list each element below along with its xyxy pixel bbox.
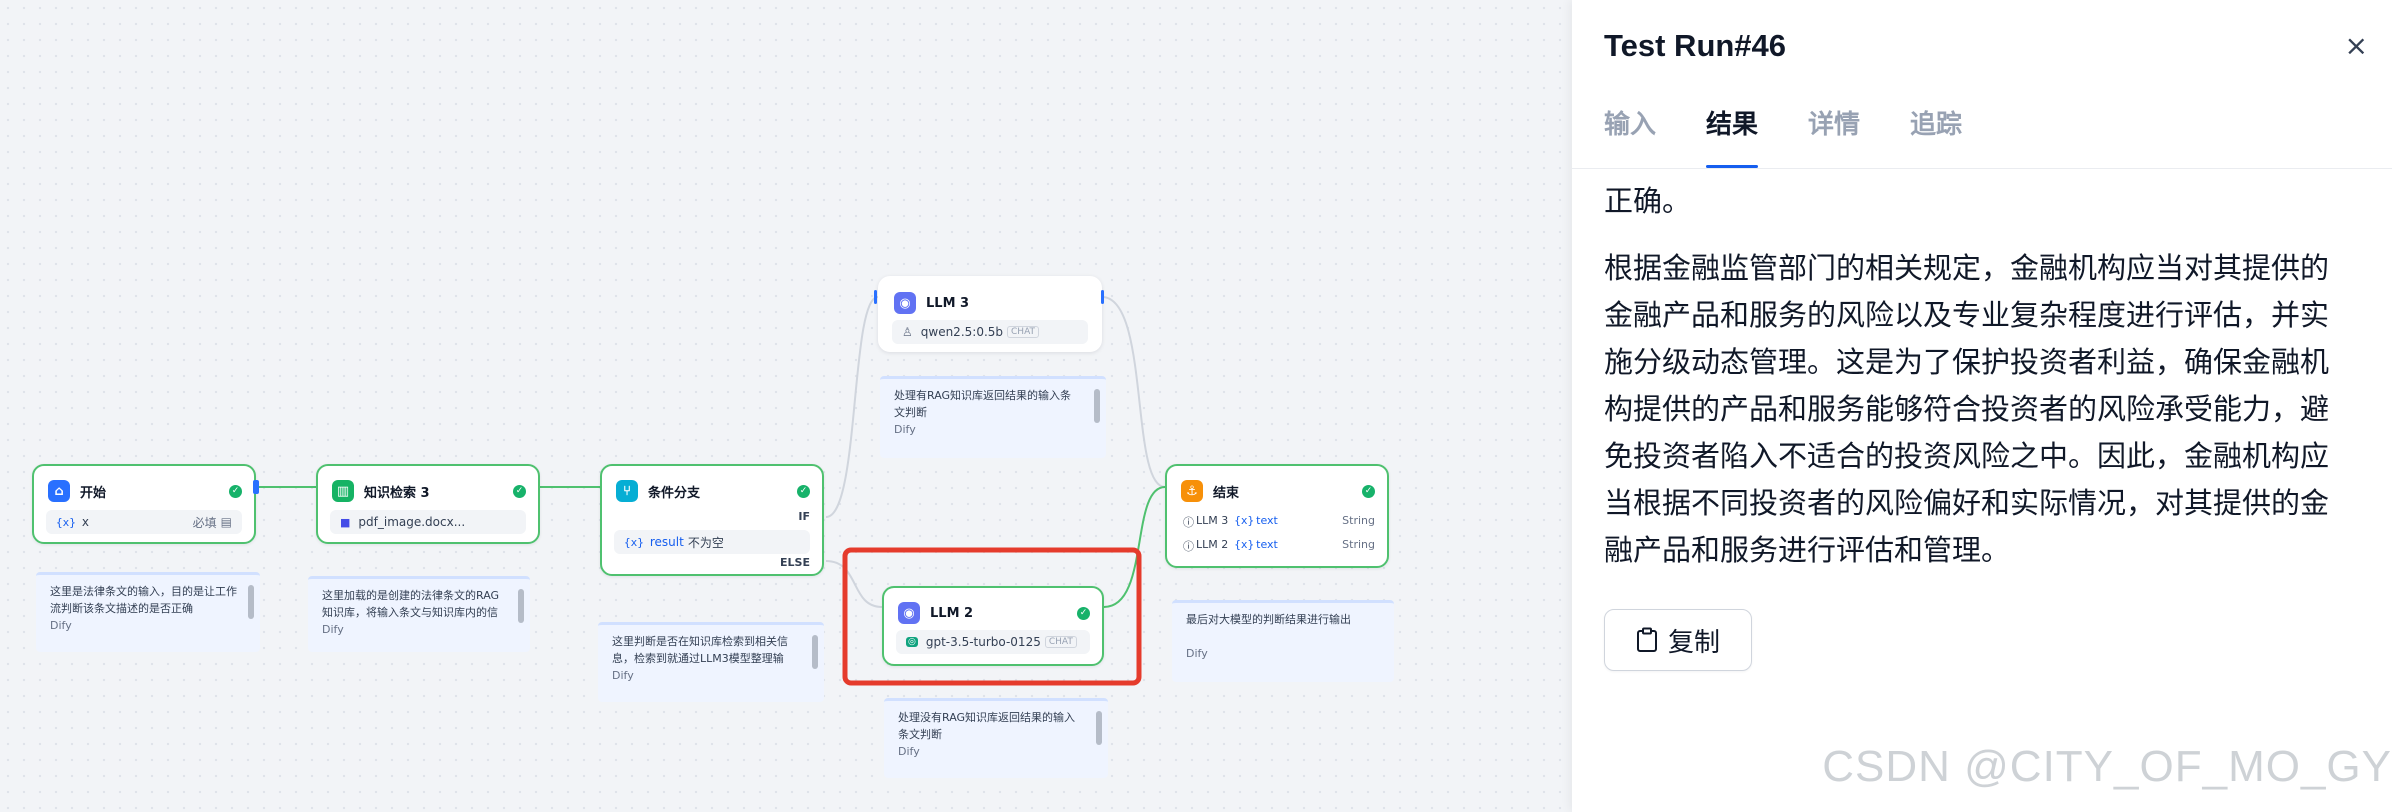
success-check-icon: ✓ <box>1362 484 1375 498</box>
panel-tabs: 输入 结果 详情 追踪 <box>1604 104 2012 168</box>
note-text: 这里判断是否在知识库检索到相关信息，检索到就通过LLM3模型整理输 <box>612 635 788 665</box>
llm-icon: ◉ <box>898 602 920 624</box>
node-llm-2[interactable]: ◉ LLM 2 ✓ ◎ gpt-3.5-turbo-0125 CHAT <box>882 586 1104 666</box>
clipboard-icon <box>1636 627 1657 652</box>
note-condition[interactable]: 这里判断是否在知识库检索到相关信息，检索到就通过LLM3模型整理输 Dify <box>598 622 824 702</box>
node-title: 结束 <box>1213 485 1240 501</box>
note-text: 最后对大模型的判断结果进行输出 <box>1186 613 1351 626</box>
edge-llm2-end <box>1103 486 1166 608</box>
condition-variable: result <box>649 535 684 549</box>
tab-tracing[interactable]: 追踪 <box>1910 104 1962 168</box>
llm-icon: ◉ <box>894 292 916 314</box>
output-row: ⓘ LLM 3 {x} text String <box>1183 514 1375 530</box>
note-llm2[interactable]: 处理没有RAG知识库返回结果的输入条文判断 Dify <box>884 698 1108 778</box>
success-check-icon: ✓ <box>513 484 526 498</box>
workflow-canvas[interactable]: ⌂ 开始 ✓ {x} x 必填 ▤ ▥ 知识检索 3 ✓ ■ pdf_image… <box>0 0 1572 812</box>
note-scrollbar[interactable] <box>812 635 818 669</box>
note-source: Dify <box>898 745 920 758</box>
if-label: IF <box>798 510 810 523</box>
tab-detail[interactable]: 详情 <box>1808 104 1860 168</box>
success-check-icon: ✓ <box>1077 606 1090 620</box>
output-type: String <box>1342 514 1375 527</box>
success-check-icon: ✓ <box>229 484 242 498</box>
llm-icon: ⓘ <box>1183 516 1194 529</box>
note-source: Dify <box>612 669 634 682</box>
note-scrollbar[interactable] <box>1094 389 1100 423</box>
book-icon: ▥ <box>332 480 354 502</box>
output-var: text <box>1256 514 1278 527</box>
model-name: gpt-3.5-turbo-0125 <box>925 635 1041 649</box>
note-source: Dify <box>1186 647 1208 660</box>
note-text: 处理有RAG知识库返回结果的输入条文判断 <box>894 389 1072 419</box>
node-start-output-port[interactable] <box>253 480 259 494</box>
copy-button[interactable]: 复制 <box>1604 609 1752 671</box>
node-llm-3[interactable]: ◉ LLM 3 ♙ qwen2.5:0.5b CHAT <box>878 276 1102 352</box>
llm-icon: ⓘ <box>1183 540 1194 553</box>
node-if-else[interactable]: ⑂ 条件分支 ✓ IF {x} result 不为空 ELSE <box>600 464 824 576</box>
note-start[interactable]: 这里是法律条文的输入，目的是让工作流判断该条文描述的是否正确 Dify <box>36 572 260 652</box>
else-label: ELSE <box>780 556 810 569</box>
output-node: LLM 3 <box>1196 514 1229 527</box>
node-title: LLM 3 <box>926 295 970 311</box>
success-check-icon: ✓ <box>797 484 810 498</box>
result-paragraph: 正确。 <box>1604 184 1692 218</box>
form-field-icon: ▤ <box>220 515 232 529</box>
output-type: String <box>1342 538 1375 551</box>
variable-icon: {x} <box>624 535 644 549</box>
tab-input[interactable]: 输入 <box>1604 104 1656 168</box>
note-source: Dify <box>50 619 72 632</box>
variable-icon: {x} <box>1234 514 1255 527</box>
output-row: ⓘ LLM 2 {x} text String <box>1183 538 1375 554</box>
panel-title: Test Run#46 <box>1604 28 1787 63</box>
end-icon: ⚓ <box>1181 480 1203 502</box>
ollama-icon: ♙ <box>902 325 913 339</box>
note-scrollbar[interactable] <box>1096 711 1102 745</box>
openai-icon: ◎ <box>906 637 918 647</box>
note-source: Dify <box>894 423 916 436</box>
node-title: 知识检索 3 <box>364 485 430 501</box>
node-end[interactable]: ⚓ 结束 ✓ ⓘ LLM 3 {x} text String ⓘ LLM 2 {… <box>1165 464 1389 568</box>
note-scrollbar[interactable] <box>518 589 524 623</box>
note-text: 这里是法律条文的输入，目的是让工作流判断该条文描述的是否正确 <box>50 585 237 615</box>
output-var: text <box>1256 538 1278 551</box>
panel-divider <box>1572 168 2392 169</box>
output-node: LLM 2 <box>1196 538 1229 551</box>
note-llm3[interactable]: 处理有RAG知识库返回结果的输入条文判断 Dify <box>880 376 1106 458</box>
dataset-file: pdf_image.docx... <box>358 515 466 529</box>
tab-result[interactable]: 结果 <box>1706 104 1759 168</box>
branch-icon: ⑂ <box>616 480 638 502</box>
note-text: 这里加载的是创建的法律条文的RAG知识库，将输入条文与知识库内的信 <box>322 589 500 619</box>
node-knowledge-retrieval[interactable]: ▥ 知识检索 3 ✓ ■ pdf_image.docx... <box>316 464 540 544</box>
condition-operator: 不为空 <box>687 535 724 550</box>
node-title: 条件分支 <box>648 485 701 501</box>
node-llm-3-output-port[interactable] <box>1101 290 1104 304</box>
result-paragraph: 根据金融监管部门的相关规定，金融机构应当对其提供的金融产品和服务的风险以及专业复… <box>1604 251 2330 567</box>
close-icon[interactable]: × <box>2345 32 2368 60</box>
watermark: CSDN @CITY_OF_MO_GY <box>1822 742 2392 791</box>
edge-condition-llm2 <box>825 560 883 608</box>
note-end[interactable]: 最后对大模型的判断结果进行输出 Dify <box>1172 600 1394 682</box>
node-title: LLM 2 <box>930 605 974 621</box>
node-title: 开始 <box>80 485 107 501</box>
edge-llm3-end <box>1101 296 1166 488</box>
variable-icon: {x} <box>1234 538 1255 551</box>
node-start[interactable]: ⌂ 开始 ✓ {x} x 必填 ▤ <box>32 464 256 544</box>
test-run-panel: Test Run#46 × 输入 结果 详情 追踪 正确。 根据金融监管部门的相… <box>1572 0 2392 812</box>
variable-icon: {x} <box>56 515 76 529</box>
note-knowledge[interactable]: 这里加载的是创建的法律条文的RAG知识库，将输入条文与知识库内的信 Dify <box>308 576 530 652</box>
note-scrollbar[interactable] <box>248 585 254 619</box>
node-llm-3-input-port[interactable] <box>874 290 877 304</box>
note-source: Dify <box>322 623 344 636</box>
copy-label: 复制 <box>1667 627 1720 658</box>
folder-icon: ■ <box>340 515 351 529</box>
model-name: qwen2.5:0.5b <box>920 325 1004 339</box>
note-text: 处理没有RAG知识库返回结果的输入条文判断 <box>898 711 1076 741</box>
chat-badge: CHAT <box>1044 636 1077 648</box>
variable-name: x <box>81 515 89 529</box>
result-output: 正确。 根据金融监管部门的相关规定，金融机构应当对其提供的金融产品和服务的风险以… <box>1604 178 2354 574</box>
required-label: 必填 <box>192 515 217 530</box>
chat-badge: CHAT <box>1007 326 1040 338</box>
edge-condition-llm3 <box>825 296 879 518</box>
home-icon: ⌂ <box>48 480 70 502</box>
